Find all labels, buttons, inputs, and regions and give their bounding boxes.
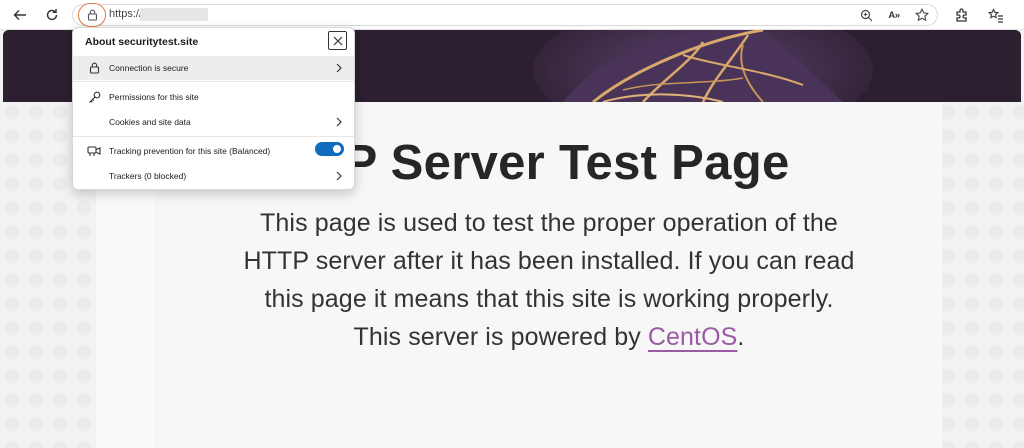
- url-text[interactable]: https://: [109, 8, 142, 20]
- read-aloud-icon[interactable]: A»: [886, 7, 902, 23]
- back-button[interactable]: [8, 4, 32, 26]
- extensions-button[interactable]: [953, 7, 969, 23]
- favorite-button[interactable]: [914, 7, 930, 23]
- tracking-icon: [87, 144, 101, 158]
- description-line-3: this page it means that this site is wor…: [264, 285, 834, 313]
- divider: [73, 136, 354, 137]
- back-arrow-icon: [13, 10, 26, 20]
- chevron-right-icon: [334, 116, 344, 128]
- connection-secure-label: Connection is secure: [109, 63, 189, 73]
- permissions-label: Permissions for this site: [109, 92, 199, 102]
- divider: [73, 81, 354, 82]
- connection-secure-row[interactable]: Connection is secure: [73, 56, 354, 80]
- extensions-icon: [955, 7, 967, 22]
- tracking-prevention-toggle[interactable]: [315, 142, 344, 156]
- zoom-button[interactable]: [858, 7, 874, 23]
- close-button[interactable]: [328, 31, 347, 50]
- description-period: .: [737, 323, 745, 351]
- popup-title: About securitytest.site: [85, 36, 199, 48]
- lock-icon: [87, 9, 97, 21]
- favorites-button[interactable]: [988, 7, 1004, 23]
- site-info-popup: About securitytest.site Connection is se…: [72, 27, 355, 190]
- refresh-icon: [46, 9, 58, 21]
- close-icon: [333, 36, 342, 45]
- description-line-1: This page is used to test the proper ope…: [260, 209, 838, 237]
- browser-toolbar: https:// A»: [0, 0, 1024, 30]
- tracking-prevention-row[interactable]: Tracking prevention for this site (Balan…: [73, 139, 354, 163]
- centos-link[interactable]: CentOS: [648, 323, 738, 351]
- cookies-row[interactable]: Cookies and site data: [73, 110, 354, 134]
- site-info-button[interactable]: [78, 3, 106, 27]
- refresh-button[interactable]: [40, 4, 64, 26]
- zoom-icon: [860, 9, 872, 21]
- permissions-row[interactable]: Permissions for this site: [73, 85, 354, 109]
- trackers-label: Trackers (0 blocked): [109, 171, 187, 181]
- trackers-row[interactable]: Trackers (0 blocked): [73, 164, 354, 188]
- lock-icon: [87, 61, 101, 75]
- cookies-label: Cookies and site data: [109, 117, 191, 127]
- favorite-star-icon: [915, 8, 929, 22]
- redacted-url: [140, 8, 208, 21]
- favorites-icon: [988, 7, 1003, 23]
- page-description: This page is used to test the proper ope…: [180, 204, 918, 356]
- key-icon: [87, 90, 101, 104]
- chevron-right-icon: [334, 170, 344, 182]
- tracking-prevention-label: Tracking prevention for this site (Balan…: [109, 146, 271, 156]
- chevron-right-icon: [334, 62, 344, 74]
- description-line-2: HTTP server after it has been installed.…: [243, 247, 855, 275]
- toggle-knob: [333, 145, 341, 153]
- description-line-4: This server is powered by: [353, 323, 648, 351]
